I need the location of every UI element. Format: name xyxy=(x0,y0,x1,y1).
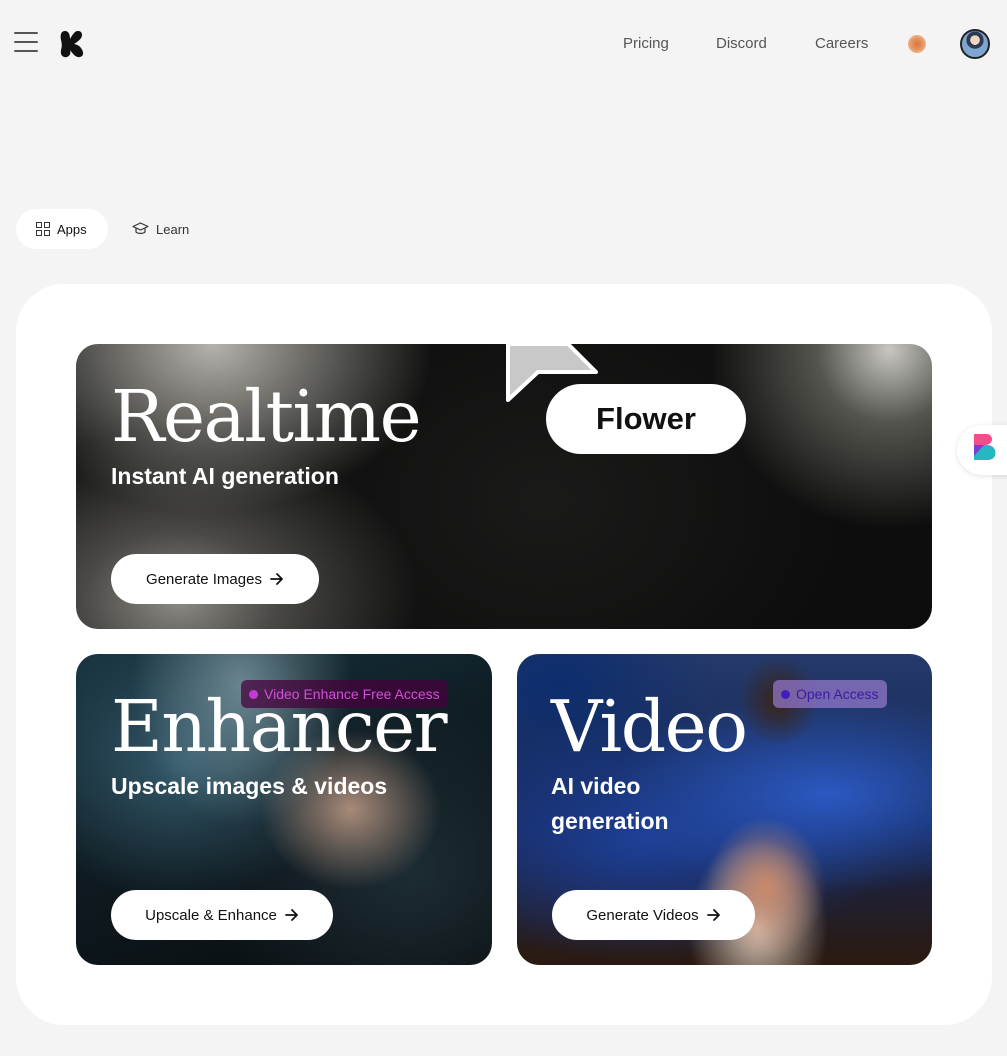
generate-images-label: Generate Images xyxy=(146,570,262,588)
upscale-enhance-button[interactable]: Upscale & Enhance xyxy=(111,890,333,940)
hamburger-menu-icon[interactable] xyxy=(14,32,38,54)
realtime-title: Realtime xyxy=(111,375,422,458)
tab-learn[interactable]: Learn xyxy=(132,209,189,249)
arrow-right-icon xyxy=(706,909,720,921)
nav-pricing-link[interactable]: Pricing xyxy=(623,35,669,52)
open-access-badge: Open Access xyxy=(773,680,887,708)
open-access-label: Open Access xyxy=(796,686,879,702)
tab-learn-label: Learn xyxy=(156,221,190,237)
grid-icon xyxy=(36,222,50,236)
enhancer-title: Enhancer xyxy=(111,685,448,768)
demo-prompt-pill: Flower xyxy=(546,384,746,454)
realtime-subtitle: Instant AI generation xyxy=(111,463,339,489)
arrow-right-icon xyxy=(284,909,298,921)
graduation-cap-icon xyxy=(132,222,149,234)
enhancer-subtitle: Upscale images & videos xyxy=(111,773,388,799)
top-header: Pricing Discord Careers xyxy=(0,0,1007,90)
generate-videos-button[interactable]: Generate Videos xyxy=(552,890,755,940)
video-subtitle-line1: AI video xyxy=(551,773,641,799)
video-subtitle-line2: generation xyxy=(551,808,669,834)
badge-dot-icon xyxy=(781,689,790,699)
upscale-enhance-label: Upscale & Enhance xyxy=(145,906,277,924)
tab-apps[interactable]: Apps xyxy=(16,209,108,249)
generate-images-button[interactable]: Generate Images xyxy=(111,554,319,604)
extension-logo-icon xyxy=(974,434,996,460)
tab-apps-label: Apps xyxy=(57,221,87,237)
krea-logo[interactable] xyxy=(60,29,84,59)
generate-videos-label: Generate Videos xyxy=(586,906,699,924)
compute-orb-icon[interactable] xyxy=(908,35,926,53)
user-avatar[interactable] xyxy=(960,29,990,59)
video-title: Video xyxy=(551,685,748,768)
arrow-right-icon xyxy=(270,573,283,585)
nav-discord-link[interactable]: Discord xyxy=(716,35,767,52)
nav-careers-link[interactable]: Careers xyxy=(815,35,868,52)
browser-extension-button[interactable] xyxy=(957,425,1007,475)
